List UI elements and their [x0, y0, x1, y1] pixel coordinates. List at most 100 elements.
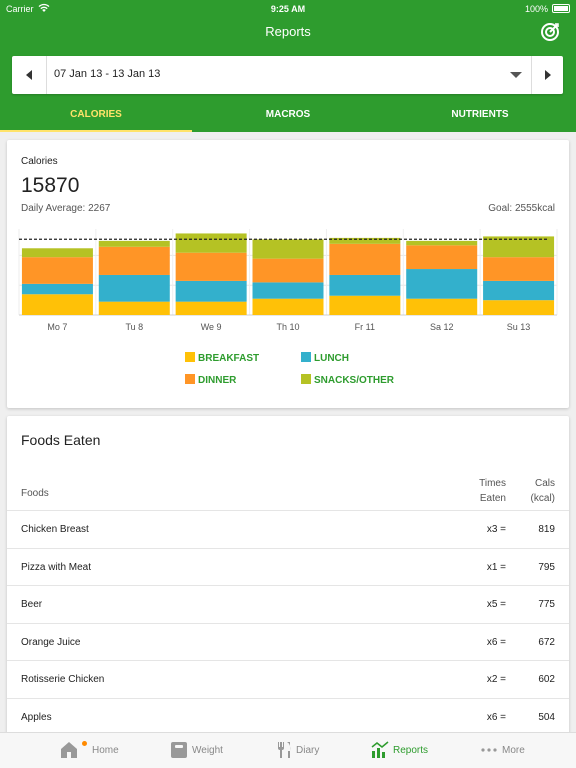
table-row[interactable]: Pizza with Meat x1 = 795	[7, 547, 569, 586]
chevron-right-icon	[545, 70, 551, 80]
times-eaten: x6 =	[486, 711, 506, 723]
tab-calories[interactable]: CALORIES	[0, 100, 192, 132]
dropdown-arrow-icon[interactable]	[510, 72, 522, 78]
calorie-goal: Goal: 2555kcal	[488, 203, 555, 214]
times-eaten: x2 =	[486, 674, 506, 685]
column-header-cals: Cals (kcal)	[531, 476, 555, 506]
bar-segment	[329, 274, 401, 296]
battery-percent: 100%	[524, 4, 548, 14]
more-icon	[481, 748, 497, 752]
bottom-navigation: Home Weight Diary Reports More	[0, 732, 576, 768]
chart-legend: BREAKFAST LUNCH DINNER SNACKS/OTHER	[185, 352, 485, 392]
previous-week-button[interactable]	[12, 56, 47, 94]
bar-segment	[483, 236, 555, 258]
calories-bar-chart: Mo 7 Tu 8 We 9 Th 10 Fr 11 Sa 12 Su 13	[18, 229, 558, 332]
bar-segment	[21, 248, 93, 258]
table-row[interactable]: Apples x6 = 504	[7, 697, 569, 736]
nav-home[interactable]: Home	[55, 733, 170, 768]
times-eaten: x6 =	[486, 636, 506, 648]
bar-segment	[98, 274, 170, 302]
calories-label: Calories	[21, 156, 58, 167]
bar-segment	[406, 240, 478, 246]
bar-segment	[406, 245, 478, 270]
legend-swatch	[185, 374, 195, 384]
bar-segment	[21, 283, 93, 295]
legend-dinner: DINNER	[185, 374, 236, 386]
chart-icon	[371, 741, 389, 758]
x-tick-label: Tu 8	[125, 322, 143, 332]
fork-knife-icon	[278, 742, 291, 758]
notification-dot	[82, 741, 87, 746]
bar-segment	[175, 280, 247, 302]
food-calories: 672	[538, 636, 555, 648]
header-line: (kcal)	[530, 493, 555, 504]
nav-label: More	[502, 745, 525, 756]
legend-label: DINNER	[198, 375, 237, 386]
food-name: Rotisserie Chicken	[21, 674, 105, 685]
scale-icon	[171, 742, 187, 758]
app-header: Carrier 9:25 AM 100% Reports 07 Jan 13 -…	[0, 0, 576, 132]
tab-macros[interactable]: MACROS	[192, 100, 384, 132]
bar-segment	[329, 295, 401, 315]
table-row[interactable]: Chicken Breast x3 = 819	[7, 510, 569, 548]
x-tick-label: Su 13	[507, 322, 531, 332]
nav-label: Diary	[296, 745, 320, 756]
foods-eaten-card: Foods Eaten Foods Times Eaten Cals (kcal…	[7, 416, 569, 736]
times-eaten: x1 =	[486, 561, 506, 573]
column-header-times-eaten: Times Eaten	[479, 476, 506, 506]
bar-segment	[21, 257, 93, 284]
legend-swatch	[301, 352, 311, 362]
next-week-button[interactable]	[531, 56, 563, 94]
calories-total: 15870	[21, 174, 80, 197]
battery-icon	[552, 4, 570, 13]
nav-more[interactable]: More	[477, 733, 576, 768]
target-icon[interactable]	[540, 22, 560, 42]
table-row[interactable]: Rotisserie Chicken x2 = 602	[7, 660, 569, 698]
chevron-left-icon	[26, 70, 32, 80]
report-tabs: CALORIES MACROS NUTRIENTS	[0, 100, 576, 132]
bar-segment	[252, 282, 324, 299]
status-bar: Carrier 9:25 AM 100%	[0, 0, 576, 18]
header-line: Cals	[534, 478, 555, 489]
column-header-foods: Foods	[21, 488, 49, 499]
foods-eaten-title: Foods Eaten	[21, 432, 101, 448]
bar-segment	[406, 298, 478, 315]
bar-segment	[406, 269, 478, 299]
x-tick-label: Mo 7	[47, 322, 67, 332]
bar-segment	[98, 301, 170, 315]
home-icon	[61, 742, 77, 758]
legend-label: BREAKFAST	[198, 353, 260, 364]
legend-snacks: SNACKS/OTHER	[301, 374, 394, 386]
times-eaten: x5 =	[486, 599, 506, 610]
food-name: Apples	[21, 711, 52, 723]
bar-segment	[175, 301, 247, 315]
food-name: Beer	[21, 599, 43, 610]
date-range-picker[interactable]: 07 Jan 13 - 13 Jan 13	[12, 56, 563, 94]
nav-reports[interactable]: Reports	[368, 733, 483, 768]
header-line: Eaten	[479, 493, 506, 504]
food-calories: 819	[538, 524, 555, 535]
date-range-label: 07 Jan 13 - 13 Jan 13	[54, 68, 161, 80]
bar-segment	[98, 240, 170, 247]
nav-weight[interactable]: Weight	[165, 733, 280, 768]
table-row[interactable]: Orange Juice x6 = 672	[7, 622, 569, 661]
x-tick-label: Th 10	[276, 322, 299, 332]
bar-segment	[483, 257, 555, 281]
x-tick-label: We 9	[201, 322, 222, 332]
legend-lunch: LUNCH	[301, 352, 349, 364]
tab-nutrients[interactable]: NUTRIENTS	[384, 100, 576, 132]
food-name: Chicken Breast	[21, 524, 89, 535]
table-row[interactable]: Beer x5 = 775	[7, 585, 569, 623]
food-calories: 602	[538, 674, 555, 685]
food-name: Pizza with Meat	[21, 561, 92, 573]
bar-segment	[483, 280, 555, 301]
nav-label: Weight	[192, 745, 223, 756]
daily-average: Daily Average: 2267	[21, 203, 111, 214]
status-time: 9:25 AM	[270, 4, 306, 14]
legend-label: LUNCH	[314, 353, 349, 364]
x-tick-label: Fr 11	[355, 322, 375, 332]
page-title: Reports	[265, 24, 311, 39]
legend-label: SNACKS/OTHER	[314, 375, 395, 386]
legend-breakfast: BREAKFAST	[185, 352, 259, 364]
bar-segment	[175, 233, 247, 253]
